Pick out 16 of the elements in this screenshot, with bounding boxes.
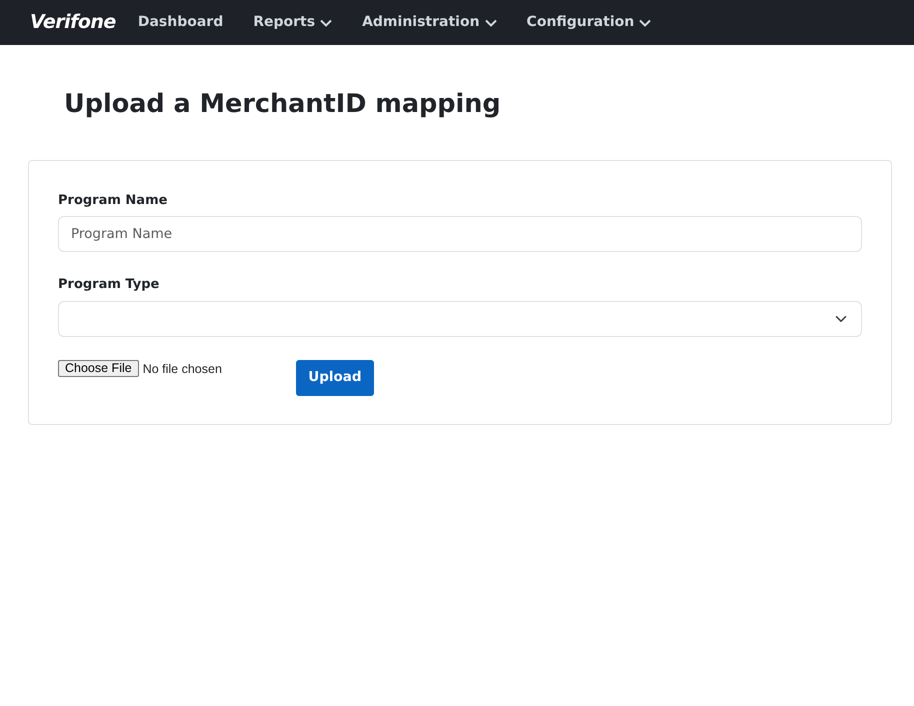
field-label: Program Type bbox=[58, 276, 160, 294]
chevron-down-icon bbox=[320, 18, 332, 26]
choose-file-button[interactable]: Choose File bbox=[58, 360, 139, 378]
nav-link[interactable]: Configuration bbox=[526, 12, 652, 33]
nav-link[interactable]: Administration bbox=[362, 12, 497, 33]
chevron-down-icon bbox=[639, 18, 652, 26]
text-field[interactable]: Program Name bbox=[58, 216, 862, 252]
file-status: No file chosen bbox=[142, 360, 222, 378]
logo[interactable]: Verifone bbox=[30, 8, 116, 37]
select-field[interactable] bbox=[58, 300, 862, 337]
field-label: Program Name bbox=[58, 192, 168, 210]
nav-link[interactable]: Reports bbox=[253, 12, 332, 33]
page-title: Upload a MerchantID mapping bbox=[64, 89, 502, 120]
upload-button[interactable]: Upload bbox=[296, 360, 374, 396]
nav-link[interactable]: Dashboard bbox=[138, 12, 224, 33]
chevron-down-icon bbox=[484, 18, 497, 26]
